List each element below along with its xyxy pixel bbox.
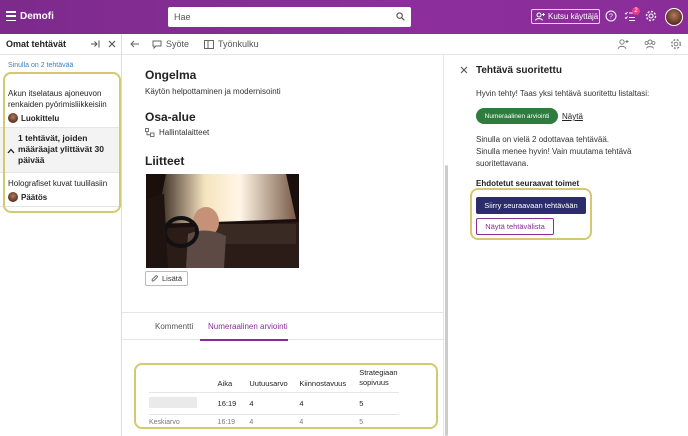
rater-name (149, 391, 218, 414)
table-cell: Keskiarvo (149, 413, 218, 430)
close-icon[interactable] (107, 39, 117, 49)
task-completed-panel: Tehtävä suoritettu Hyvin tehty! Taas yks… (445, 55, 688, 436)
top-bar: Demofi Kutsu käyttäjä ? 2 (0, 0, 688, 34)
my-tasks-header: Omat tehtävät (0, 34, 121, 55)
problem-heading: Ongelma (145, 68, 197, 82)
invite-label: Kutsu käyttäjä (548, 12, 599, 21)
search-input[interactable] (174, 12, 374, 22)
attachments-heading: Liitteet (145, 154, 185, 168)
tab-numeric-rating[interactable]: Numeraalinen arviointi (208, 322, 288, 331)
problem-text: Käytön helpottaminen ja modernisointi (145, 87, 281, 96)
gear-icon[interactable] (645, 10, 657, 22)
table-cell: 4 (249, 413, 300, 430)
search-box[interactable] (168, 7, 411, 27)
subarea-heading: Osa-alue (145, 110, 196, 124)
team-icon[interactable] (644, 38, 656, 50)
menu-icon[interactable] (6, 11, 16, 21)
column-header: Aika (217, 378, 233, 388)
content-toolbar: Syöte Työnkulku (122, 34, 688, 55)
next-steps-heading: Ehdotetut seuraavat toimet (476, 179, 580, 188)
table-cell: 16:19 (217, 391, 250, 414)
subarea-value: Hallintalaitteet (145, 128, 209, 137)
table-cell: 5 (359, 413, 399, 430)
attachment-image[interactable] (146, 174, 299, 268)
detail-tabs: Kommentti Numeraalinen arviointi (122, 312, 444, 341)
table-row: Keskiarvo 16:19 4 4 5 (149, 413, 399, 430)
column-header (149, 367, 218, 392)
brand-name[interactable]: Demofi (20, 11, 54, 22)
remaining-text-1: Sinulla on vielä 2 odottavaa tehtävää. (476, 135, 609, 144)
tab-feed[interactable]: Syöte (152, 39, 189, 49)
table-cell: 4 (299, 413, 360, 430)
show-link[interactable]: Näytä (562, 112, 583, 121)
workflow-icon (204, 39, 214, 49)
redacted-name (149, 396, 197, 408)
help-icon[interactable]: ? (605, 10, 617, 22)
table-cell: 5 (359, 391, 399, 414)
back-arrow-icon[interactable] (130, 39, 140, 49)
collapse-panel-icon[interactable] (90, 39, 100, 49)
column-header: Uutuusarvo (249, 378, 288, 388)
table-cell: 4 (249, 391, 300, 414)
add-user-icon (535, 12, 545, 21)
remaining-text-2: Sinulla menee hyvin! Vain muutama tehtäv… (476, 147, 632, 168)
column-header: Strategiaan sopivuus (359, 367, 398, 387)
my-tasks-title: Omat tehtävät (6, 39, 67, 49)
table-row: 16:19 4 4 5 (149, 391, 399, 414)
tasks-badge: 2 (632, 7, 640, 15)
table-header-row: Aika Uutuusarvo Kiinnostavuus Strategiaa… (149, 367, 399, 392)
panel-title: Tehtävä suoritettu (476, 65, 562, 76)
table-cell: 4 (299, 391, 360, 414)
tab-workflow[interactable]: Työnkulku (204, 39, 259, 49)
invite-user-button[interactable]: Kutsu käyttäjä (531, 9, 600, 24)
gear-icon[interactable] (670, 38, 682, 50)
feed-icon (152, 40, 162, 49)
completion-message: Hyvin tehty! Taas yksi tehtävä suoritett… (476, 89, 650, 98)
active-tab-indicator (200, 339, 288, 341)
highlight-frame (3, 72, 121, 213)
close-icon[interactable] (460, 66, 468, 74)
add-attachment-button[interactable]: Lisätä (145, 271, 188, 286)
search-icon[interactable] (396, 12, 405, 21)
tab-comment[interactable]: Kommentti (155, 322, 193, 331)
completed-task-badge: Numeraalinen arviointi (476, 108, 558, 124)
user-avatar[interactable] (665, 8, 683, 26)
column-header: Kiinnostavuus (299, 378, 347, 388)
svg-text:?: ? (609, 14, 613, 21)
task-detail: Ongelma Käytön helpottaminen ja modernis… (122, 55, 448, 436)
add-user-icon[interactable] (617, 38, 629, 50)
ratings-table: Aika Uutuusarvo Kiinnostavuus Strategiaa… (149, 367, 399, 430)
task-count: Sinulla on 2 tehtävää (8, 62, 74, 69)
next-task-button[interactable]: Siirry seuraavaan tehtävään (476, 197, 586, 214)
category-icon (145, 128, 155, 137)
paperclip-icon (151, 274, 158, 281)
table-cell: 16:19 (217, 413, 250, 430)
show-task-list-button[interactable]: Näytä tehtävälista (476, 218, 554, 235)
